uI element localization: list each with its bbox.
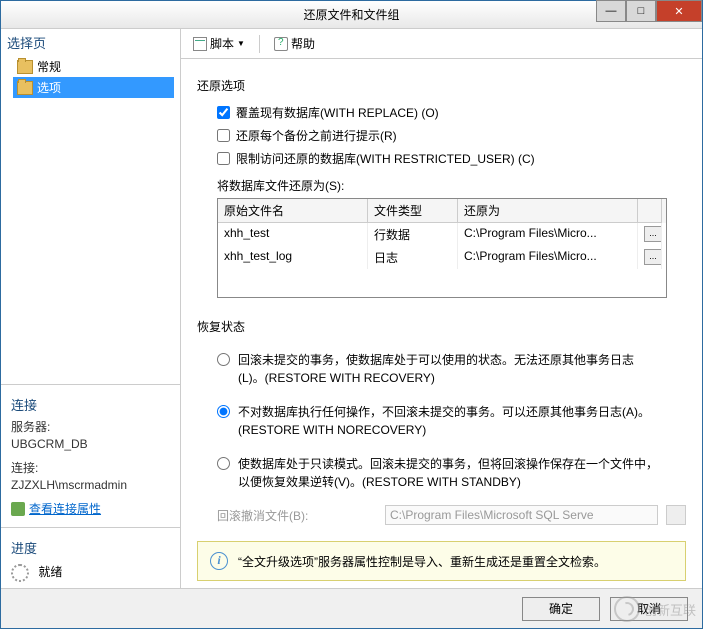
help-icon — [274, 37, 288, 51]
watermark-icon — [614, 596, 640, 622]
connection-header: 连接 — [11, 395, 170, 414]
recovery-state-header: 恢复状态 — [197, 318, 686, 335]
close-button[interactable]: ✕ — [656, 0, 702, 22]
cell-type: 日志 — [368, 246, 458, 269]
info-icon: i — [210, 552, 228, 570]
sidebar-item-options[interactable]: 选项 — [13, 77, 174, 98]
minimize-button[interactable]: — — [596, 0, 626, 22]
sidebar-item-label: 选项 — [37, 79, 61, 96]
page-icon — [17, 81, 33, 95]
files-table-label: 将数据库文件还原为(S): — [217, 177, 686, 194]
footer: 确定 取消 — [1, 588, 702, 628]
column-header-type[interactable]: 文件类型 — [368, 199, 458, 223]
server-label: 服务器: — [11, 418, 170, 435]
page-icon — [17, 60, 33, 74]
script-icon — [193, 37, 207, 51]
toolbar: 脚本 ▼ 帮助 — [181, 29, 702, 59]
radio-recovery[interactable] — [217, 353, 230, 366]
connection-icon — [11, 502, 25, 516]
standby-file-input — [385, 505, 658, 525]
restore-options-header: 还原选项 — [197, 77, 686, 94]
connection-value: ZJZXLH\mscrmadmin — [11, 478, 170, 492]
column-header-restoreas[interactable]: 还原为 — [458, 199, 638, 223]
cell-original: xhh_test — [218, 223, 368, 246]
checkbox-prompt-label: 还原每个备份之前进行提示(R) — [236, 127, 397, 144]
files-table: 原始文件名 文件类型 还原为 xhh_test 行数据 C:\Program F… — [217, 198, 667, 298]
watermark: 创新互联 — [614, 596, 696, 622]
cell-restoreas: C:\Program Files\Micro... — [458, 223, 638, 246]
view-connection-link[interactable]: 查看连接属性 — [29, 500, 101, 517]
sidebar-item-label: 常规 — [37, 58, 61, 75]
sidebar-item-general[interactable]: 常规 — [13, 56, 174, 77]
help-button[interactable]: 帮助 — [270, 33, 319, 54]
dropdown-arrow-icon: ▼ — [237, 39, 245, 48]
ok-button[interactable]: 确定 — [522, 597, 600, 621]
info-text: “全文升级选项”服务器属性控制是导入、重新生成还是重置全文检索。 — [238, 553, 606, 570]
radio-standby[interactable] — [217, 457, 230, 470]
cell-restoreas: C:\Program Files\Micro... — [458, 246, 638, 269]
watermark-text: 创新互联 — [644, 600, 696, 619]
info-box: i “全文升级选项”服务器属性控制是导入、重新生成还是重置全文检索。 — [197, 541, 686, 581]
browse-button[interactable]: ... — [644, 249, 662, 265]
radio-norecovery[interactable] — [217, 405, 230, 418]
radio-recovery-label: 回滚未提交的事务，使数据库处于可以使用的状态。无法还原其他事务日志(L)。(RE… — [238, 351, 658, 387]
help-label: 帮助 — [291, 35, 315, 52]
table-row[interactable]: xhh_test_log 日志 C:\Program Files\Micro..… — [218, 246, 666, 269]
progress-value: 就绪 — [38, 565, 62, 579]
script-button[interactable]: 脚本 ▼ — [189, 33, 249, 54]
standby-browse-button — [666, 505, 686, 525]
checkbox-restricted-label: 限制访问还原的数据库(WITH RESTRICTED_USER) (C) — [236, 150, 535, 167]
browse-button[interactable]: ... — [644, 226, 662, 242]
standby-file-label: 回滚撤消文件(B): — [217, 507, 377, 524]
connection-label: 连接: — [11, 459, 170, 476]
separator — [259, 35, 260, 53]
titlebar[interactable]: 还原文件和文件组 — □ ✕ — [1, 1, 702, 29]
sidebar: 选择页 常规 选项 连接 服务器: UBGCRM_DB 连接: ZJZXLH\m… — [1, 29, 181, 588]
column-header-original[interactable]: 原始文件名 — [218, 199, 368, 223]
checkbox-restricted[interactable] — [217, 152, 230, 165]
cell-original: xhh_test_log — [218, 246, 368, 269]
maximize-button[interactable]: □ — [626, 0, 656, 22]
progress-spinner-icon — [11, 564, 29, 582]
server-value: UBGCRM_DB — [11, 437, 170, 451]
radio-norecovery-label: 不对数据库执行任何操作，不回滚未提交的事务。可以还原其他事务日志(A)。(RES… — [238, 403, 658, 439]
progress-header: 进度 — [11, 538, 170, 557]
checkbox-replace[interactable] — [217, 106, 230, 119]
script-label: 脚本 — [210, 35, 234, 52]
checkbox-replace-label: 覆盖现有数据库(WITH REPLACE) (O) — [236, 104, 439, 121]
cell-type: 行数据 — [368, 223, 458, 246]
radio-standby-label: 使数据库处于只读模式。回滚未提交的事务，但将回滚操作保存在一个文件中，以便恢复效… — [238, 455, 658, 491]
table-row[interactable]: xhh_test 行数据 C:\Program Files\Micro... .… — [218, 223, 666, 246]
select-page-header: 选择页 — [7, 33, 174, 52]
checkbox-prompt[interactable] — [217, 129, 230, 142]
